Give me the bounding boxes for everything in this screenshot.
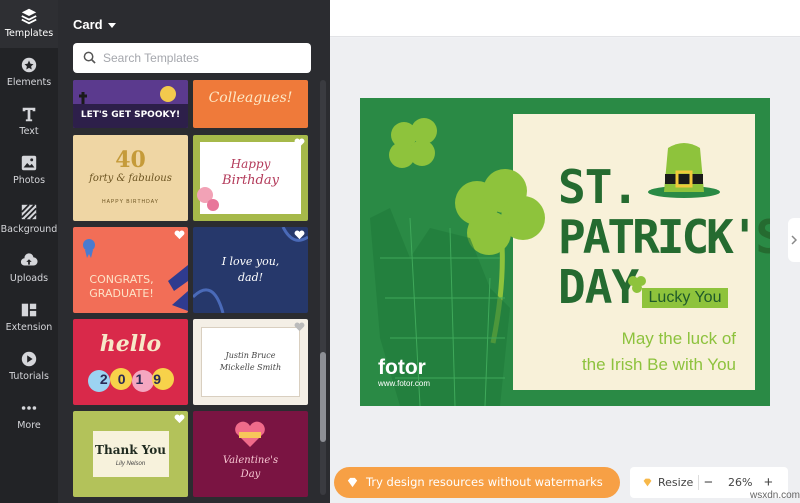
- design-canvas[interactable]: ST. PATRICK'S DAY Lucky You May the luck…: [360, 98, 770, 406]
- category-dropdown[interactable]: Card: [73, 17, 116, 32]
- heart-icon[interactable]: [294, 322, 305, 332]
- divider: [698, 475, 699, 490]
- heart-art: [235, 421, 265, 447]
- leaves-art: [193, 227, 308, 313]
- fotor-url: www.fotor.com: [378, 379, 431, 388]
- template-text: LET'S GET SPOOKY!: [80, 110, 181, 120]
- template-panel: Card LET'S GET SPOOKY! Colleagues! 40 fo…: [58, 0, 368, 503]
- rail-item-text[interactable]: Text: [0, 98, 58, 146]
- template-card[interactable]: Happy Birthday: [193, 135, 308, 221]
- rail-label: More: [17, 420, 41, 431]
- chevron-right-icon: [791, 235, 797, 245]
- template-card[interactable]: Valentine's Day: [193, 411, 308, 497]
- search-box[interactable]: [73, 43, 311, 73]
- template-subtext: Birthday: [222, 173, 279, 188]
- template-text: Valentine's: [222, 455, 279, 466]
- blessing-line-1: May the luck of: [621, 329, 736, 348]
- template-subtext: Mickelle Smith: [219, 363, 282, 372]
- template-tiny: HAPPY BIRTHDAY: [101, 199, 160, 205]
- heart-icon[interactable]: [294, 138, 305, 148]
- rail-label: Photos: [12, 175, 46, 186]
- template-text: I love you,: [221, 255, 280, 268]
- rail-item-extension[interactable]: Extension: [0, 294, 58, 342]
- template-text: 40: [115, 147, 146, 173]
- upload-icon: [20, 253, 38, 266]
- watermark-free-promo-button[interactable]: Try design resources without watermarks …: [334, 467, 620, 498]
- diamond-icon: [347, 477, 358, 488]
- template-text: Happy: [230, 157, 271, 171]
- blessing-line-2: the Irish Be with You: [581, 355, 736, 374]
- heart-icon[interactable]: [174, 230, 185, 240]
- rail-label: Extension: [5, 322, 53, 333]
- rail-item-elements[interactable]: Elements: [0, 49, 58, 97]
- site-watermark: wsxdn.com: [750, 490, 800, 501]
- title-line-1: ST.: [558, 160, 639, 214]
- template-card[interactable]: I love you, dad!: [193, 227, 308, 313]
- chevron-down-icon: [107, 23, 116, 29]
- template-text: Thank You: [95, 443, 166, 457]
- template-subtext: 2019: [99, 371, 172, 387]
- search-input[interactable]: [103, 43, 303, 73]
- elements-icon: [21, 57, 37, 73]
- more-icon: [21, 406, 37, 410]
- heart-icon[interactable]: [294, 230, 305, 240]
- template-subtext: forty & fabulous: [89, 173, 172, 184]
- template-card[interactable]: LET'S GET SPOOKY!: [73, 80, 188, 128]
- resize-button[interactable]: Resize: [658, 467, 693, 498]
- zoom-out-button[interactable]: −: [704, 467, 713, 498]
- template-subtext: Lily Nelson: [115, 461, 146, 467]
- top-toolbar: [330, 0, 800, 37]
- template-subtext: Day: [240, 469, 261, 480]
- template-card[interactable]: 40 forty & fabulous HAPPY BIRTHDAY: [73, 135, 188, 221]
- template-text: Justin Bruce: [225, 351, 276, 360]
- title-line-2: PATRICK'S: [558, 210, 770, 264]
- rail-item-more[interactable]: More: [0, 392, 58, 440]
- rail-label: Elements: [6, 77, 52, 88]
- layers-icon: [21, 8, 37, 25]
- rail-item-photos[interactable]: Photos: [0, 147, 58, 195]
- rail-label: Background: [0, 224, 58, 235]
- clover-icon: [389, 118, 437, 168]
- badge-icon: [83, 239, 95, 258]
- rail-item-uploads[interactable]: Uploads: [0, 245, 58, 293]
- photo-icon: [21, 155, 37, 171]
- template-subtext: dad!: [237, 271, 264, 284]
- lucky-you-label: Lucky You: [642, 288, 728, 308]
- search-icon: [83, 51, 96, 64]
- spooky-art: [73, 80, 188, 128]
- diamond-icon: [643, 478, 652, 487]
- template-card[interactable]: hello 2019: [73, 319, 188, 405]
- template-text: Colleagues!: [208, 90, 293, 106]
- rail-label: Tutorials: [9, 371, 49, 382]
- template-card[interactable]: Colleagues!: [193, 80, 308, 128]
- category-label: Card: [73, 17, 103, 32]
- blessing-text: May the luck of the Irish Be with You: [566, 326, 736, 378]
- hand-icon: [168, 265, 188, 311]
- leprechaun-hat-icon: [648, 143, 720, 198]
- rail-item-templates[interactable]: Templates: [0, 0, 58, 48]
- text-icon: [22, 107, 36, 122]
- extension-icon: [21, 303, 37, 317]
- rail-label: Text: [19, 126, 39, 137]
- template-card[interactable]: CONGRATS, GRADUATE!: [73, 227, 188, 313]
- panel-scrollbar-thumb[interactable]: [320, 352, 326, 442]
- template-card[interactable]: Thank You Lily Nelson: [73, 411, 188, 497]
- template-grid: LET'S GET SPOOKY! Colleagues! 40 forty &…: [73, 80, 311, 503]
- play-icon: [21, 351, 37, 367]
- zoom-level[interactable]: 26%: [728, 467, 752, 498]
- heart-icon[interactable]: [174, 414, 185, 424]
- background-icon: [21, 204, 37, 220]
- template-text: hello: [99, 331, 162, 357]
- expand-right-handle[interactable]: [788, 218, 800, 262]
- rail-item-background[interactable]: Background: [0, 196, 58, 244]
- left-rail: Templates Elements Text Photos Backgroun…: [0, 0, 58, 503]
- rail-item-tutorials[interactable]: Tutorials: [0, 343, 58, 391]
- template-card[interactable]: Justin Bruce Mickelle Smith: [193, 319, 308, 405]
- rail-label: Uploads: [9, 273, 49, 284]
- fotor-logo: fotor: [378, 356, 426, 379]
- rail-label: Templates: [4, 28, 54, 39]
